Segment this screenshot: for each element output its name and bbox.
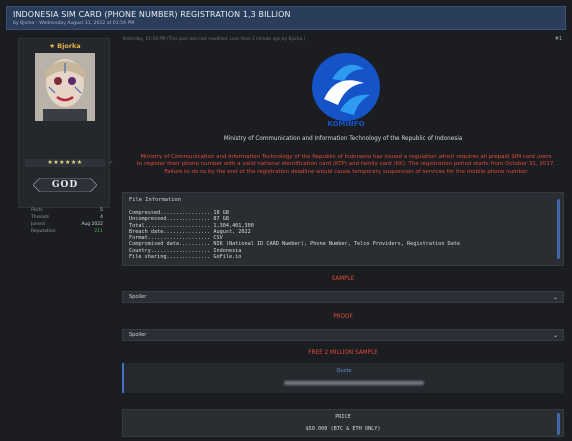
thread-title: INDONESIA SIM CARD (PHONE NUMBER) REGIST… <box>13 10 291 19</box>
sample-label: SAMPLE <box>331 276 355 282</box>
spoiler-proof[interactable]: Spoiler ⌄ <box>122 329 564 341</box>
avatar-image <box>35 53 95 121</box>
check-icon: ✓ <box>108 160 113 166</box>
quote-label: Quote <box>336 368 352 374</box>
price-title: PRICE <box>335 414 351 420</box>
spoiler-label: Spoiler <box>129 332 147 338</box>
star-icon: ★ <box>49 42 56 50</box>
chevron-down-icon: ⌄ <box>552 332 558 339</box>
spoiler-label: Spoiler <box>129 294 147 300</box>
stat-joined: Joined Aug 2022 <box>31 222 103 227</box>
post-number[interactable]: #1 <box>555 37 562 42</box>
regulation-text: Ministry of Communication and Informatio… <box>136 154 556 175</box>
rank-text: GOD <box>51 180 79 190</box>
codebox-scrollbar[interactable] <box>557 199 560 259</box>
chevron-down-icon: ⌄ <box>552 294 558 301</box>
ministry-caption: Ministry of Communication and Informatio… <box>223 136 463 142</box>
avatar[interactable] <box>35 53 95 121</box>
stars-text: ★★★★★★ <box>47 159 83 166</box>
codebox-lines: Compressed................ 18 GB Uncompr… <box>129 210 461 261</box>
free-sample-label: FREE 2 MILLION SAMPLE <box>308 350 378 356</box>
post-body: Yesterday, 01:59 PM (This post was last … <box>118 34 568 438</box>
codebox-title: File Information <box>129 197 181 203</box>
stat-threads: Threads 4 <box>31 215 103 220</box>
file-information-codebox: File Information Compressed.............… <box>122 192 564 266</box>
rank-badge: GOD <box>33 178 97 192</box>
kominfo-logo: KOMINFO <box>312 53 380 128</box>
thread-header: INDONESIA SIM CARD (PHONE NUMBER) REGIST… <box>6 6 566 30</box>
post-meta: Yesterday, 01:59 PM (This post was last … <box>122 37 306 42</box>
username-text: Bjorka <box>57 42 81 50</box>
quote-block: Quote <box>122 363 564 393</box>
stat-reputation: Reputation 211 <box>31 229 103 234</box>
reputation-stars: ★★★★★★ ✓ <box>25 159 113 167</box>
user-stats: Posts 5 Threads 4 Joined Aug 2022 Reputatio… <box>31 207 103 235</box>
price-codebox: PRICE $50.000 (BTC & ETH ONLY) <box>122 409 564 437</box>
user-sidebar: ★ Bjorka ★★★★★★ ✓ GOD Posts 5 Threads 4 Joi… <box>18 38 113 234</box>
price-scrollbar[interactable] <box>557 413 560 435</box>
blurred-link[interactable] <box>284 381 424 385</box>
stat-posts: Posts 5 <box>31 208 103 213</box>
username[interactable]: ★ Bjorka <box>19 42 111 50</box>
price-value: $50.000 (BTC & ETH ONLY) <box>305 426 381 432</box>
proof-label: PROOF <box>333 314 353 320</box>
thread-byline: by Bjorka - Wednesday August 31, 2022 at… <box>13 21 135 26</box>
spoiler-sample[interactable]: Spoiler ⌄ <box>122 291 564 303</box>
logo-text: KOMINFO <box>327 120 364 128</box>
